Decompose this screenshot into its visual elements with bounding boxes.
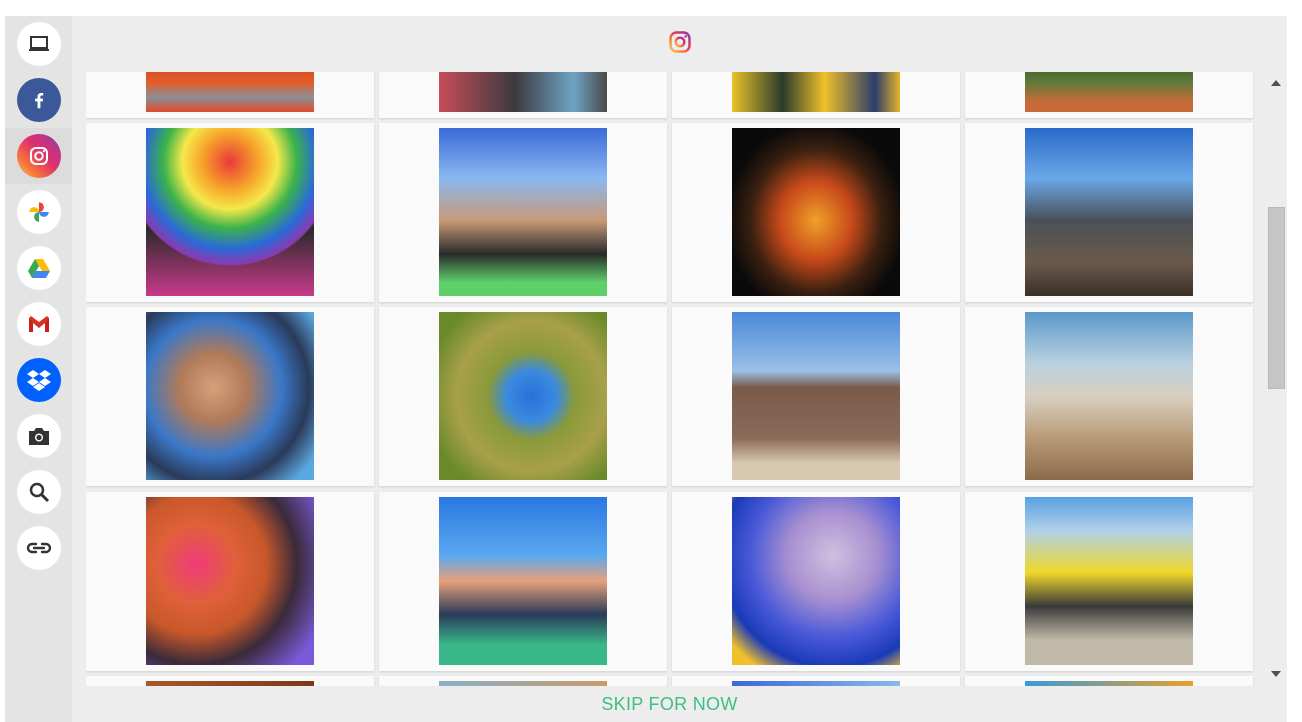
photo-thumbnail [732, 312, 900, 480]
photo-thumbnail [732, 128, 900, 296]
search-icon [16, 470, 61, 514]
gmail-icon [16, 302, 61, 346]
photo-tile[interactable] [672, 123, 960, 302]
photo-thumbnail [1025, 312, 1193, 480]
photo-tile[interactable] [965, 492, 1253, 671]
sidebar-item-instagram[interactable] [5, 128, 72, 184]
photo-thumbnail [146, 312, 314, 480]
photo-thumbnail [732, 72, 900, 112]
photo-picker-window: SKIP FOR NOW [5, 16, 1287, 722]
footer-bar: SKIP FOR NOW [72, 686, 1267, 722]
laptop-icon [16, 22, 61, 66]
sidebar-item-facebook[interactable] [5, 72, 72, 128]
photo-tile[interactable] [672, 492, 960, 671]
google-drive-icon [16, 246, 61, 290]
photo-tile[interactable] [86, 492, 374, 671]
sidebar-item-link[interactable] [5, 520, 72, 576]
photo-thumbnail [439, 497, 607, 665]
instagram-icon [16, 134, 61, 178]
photo-tile[interactable] [965, 676, 1253, 686]
sidebar-item-laptop[interactable] [5, 16, 72, 72]
photo-tile[interactable] [965, 123, 1253, 302]
scrollbar-thumb[interactable] [1268, 207, 1285, 389]
sidebar-item-search[interactable] [5, 464, 72, 520]
link-icon [16, 526, 61, 570]
photo-thumbnail [1025, 497, 1193, 665]
photo-thumbnail [146, 128, 314, 296]
sidebar-item-dropbox[interactable] [5, 352, 72, 408]
photo-tile[interactable] [965, 72, 1253, 118]
photo-thumbnail [146, 497, 314, 665]
scroll-down-arrow-icon[interactable] [1271, 671, 1281, 677]
photo-tile[interactable] [86, 676, 374, 686]
google-photos-icon [16, 190, 61, 234]
source-sidebar [5, 16, 72, 722]
sidebar-item-gmail[interactable] [5, 296, 72, 352]
photo-thumbnail [439, 312, 607, 480]
skip-for-now-button[interactable]: SKIP FOR NOW [601, 694, 737, 715]
photo-tile[interactable] [379, 492, 667, 671]
photo-tile[interactable] [379, 123, 667, 302]
photo-thumbnail [146, 72, 314, 112]
photo-tile[interactable] [379, 72, 667, 118]
photo-tile[interactable] [672, 72, 960, 118]
sidebar-item-camera[interactable] [5, 408, 72, 464]
photo-thumbnail [1025, 72, 1193, 112]
photo-thumbnail [439, 72, 607, 112]
facebook-icon [16, 78, 61, 122]
photo-tile[interactable] [672, 307, 960, 486]
sidebar-item-google-photos[interactable] [5, 184, 72, 240]
photo-grid [86, 72, 1267, 686]
photo-tile[interactable] [672, 676, 960, 686]
instagram-icon [668, 30, 692, 59]
photo-thumbnail [732, 497, 900, 665]
photo-tile[interactable] [86, 72, 374, 118]
camera-icon [16, 414, 61, 458]
photo-tile[interactable] [86, 123, 374, 302]
photo-tile[interactable] [379, 307, 667, 486]
photo-thumbnail [439, 128, 607, 296]
sidebar-item-google-drive[interactable] [5, 240, 72, 296]
dropbox-icon [16, 358, 61, 402]
header-bar [72, 16, 1287, 72]
scroll-up-arrow-icon[interactable] [1271, 80, 1281, 86]
photo-tile[interactable] [379, 676, 667, 686]
photo-thumbnail [1025, 128, 1193, 296]
photo-tile[interactable] [965, 307, 1253, 486]
photo-tile[interactable] [86, 307, 374, 486]
